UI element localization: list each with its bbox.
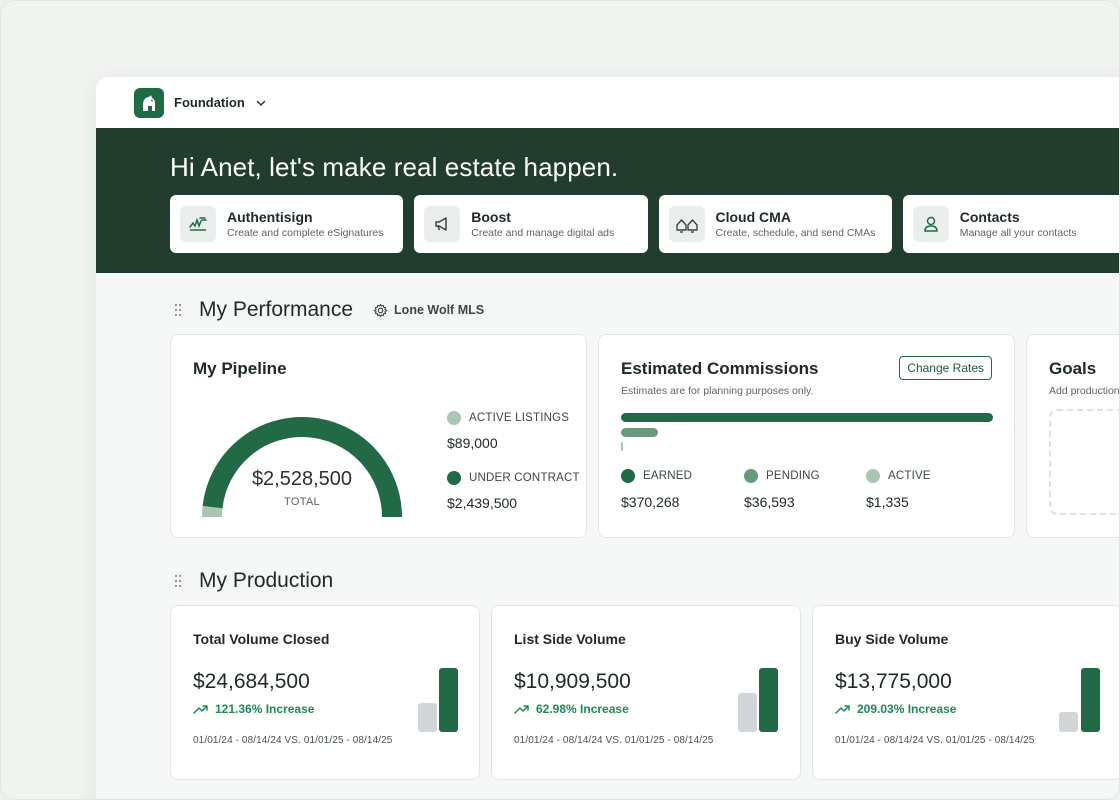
app-card-subtitle: Create, schedule, and send CMAs: [715, 226, 876, 239]
legend-value: $370,268: [621, 494, 680, 510]
pipeline-card: My Pipeline $2,528,500 TOTAL ACTIVE LIST…: [170, 334, 587, 538]
increase-text: 209.03% Increase: [857, 702, 957, 716]
app-card-authentisign[interactable]: Authentisign Create and complete eSignat…: [170, 195, 404, 253]
section-title: My Performance: [199, 298, 354, 321]
app-card-title: Authentisign: [227, 208, 313, 225]
date-range: 01/01/24 - 08/14/24 VS. 01/01/25 - 08/14…: [514, 735, 714, 746]
houses-icon: [668, 206, 705, 242]
card-title: Estimated Commissions: [621, 359, 819, 378]
card-title: Goals: [1049, 359, 1097, 378]
mls-selector[interactable]: Lone Wolf MLS: [373, 303, 484, 318]
pipeline-legend-active: ACTIVE LISTINGS $89,000: [447, 411, 569, 451]
card-title: My Pipeline: [193, 359, 287, 378]
drag-handle-icon[interactable]: [174, 303, 182, 317]
card-subtitle: Estimates are for planning purposes only…: [621, 385, 814, 397]
legend-value: $2,439,500: [447, 495, 518, 511]
legend-dot-active: [447, 411, 461, 425]
legend-label: UNDER CONTRACT: [469, 472, 580, 484]
app-card-cloud-cma[interactable]: Cloud CMA Create, schedule, and send CMA…: [658, 195, 892, 253]
legend-value: $36,593: [744, 494, 795, 510]
legend-label: EARNED: [643, 470, 693, 482]
megaphone-icon: [424, 206, 461, 242]
trend-up-icon: [193, 705, 208, 714]
hero-banner: Hi Anet, let's make real estate happen. …: [96, 128, 1119, 273]
add-goal-placeholder[interactable]: [1049, 409, 1119, 515]
pipeline-total-value: $2,528,500: [251, 468, 353, 490]
production-card-buy-side[interactable]: Buy Side Volume $13,775,000 209.03% Incr…: [812, 605, 1119, 780]
card-title: List Side Volume: [514, 631, 626, 647]
foundation-logo[interactable]: [134, 87, 164, 118]
app-card-contacts[interactable]: Contacts Manage all your contacts: [902, 195, 1119, 253]
app-shortcuts: Authentisign Create and complete eSignat…: [170, 195, 1119, 253]
previous-period-bar: [738, 692, 757, 732]
signature-icon: [180, 206, 216, 242]
previous-period-bar: [418, 703, 437, 732]
app-card-title: Cloud CMA: [715, 208, 791, 225]
goals-card: Goals Add production: [1026, 334, 1120, 538]
trend-up-icon: [835, 705, 850, 714]
drag-handle-icon[interactable]: [174, 574, 182, 588]
pending-bar: [621, 428, 658, 437]
earned-bar: [621, 413, 993, 422]
legend-label: ACTIVE: [888, 470, 931, 482]
performance-section-header: My Performance Lone Wolf MLS: [174, 298, 484, 322]
legend-value: $1,335: [866, 494, 909, 510]
app-card-title: Contacts: [959, 208, 1020, 225]
increase-text: 121.36% Increase: [215, 702, 315, 716]
legend-dot-contract: [447, 471, 461, 485]
legend-label: ACTIVE LISTINGS: [469, 412, 570, 424]
current-period-bar: [1081, 668, 1100, 732]
commission-legend-earned: EARNED $370,268: [621, 469, 692, 510]
mls-label: Lone Wolf MLS: [394, 303, 485, 317]
volume-value: $10,909,500: [514, 670, 631, 693]
gear-icon: [373, 303, 388, 318]
active-bar: [621, 442, 623, 451]
previous-period-bar: [1059, 711, 1078, 732]
change-rates-button[interactable]: Change Rates: [899, 356, 992, 380]
date-range: 01/01/24 - 08/14/24 VS. 01/01/25 - 08/14…: [193, 735, 393, 746]
commission-legend-active: ACTIVE $1,335: [866, 469, 931, 510]
legend-dot-pending: [744, 469, 758, 483]
production-card-total-volume[interactable]: Total Volume Closed $24,684,500 121.36% …: [170, 605, 480, 780]
production-card-list-side[interactable]: List Side Volume $10,909,500 62.98% Incr…: [491, 605, 801, 780]
trend-up-icon: [514, 705, 529, 714]
card-subtitle: Add production: [1049, 385, 1120, 397]
app-card-subtitle: Create and complete eSignatures: [227, 226, 384, 239]
dashboard-content: My Performance Lone Wolf MLS My Pipeline…: [96, 273, 1120, 799]
app-card-title: Boost: [471, 208, 511, 225]
current-period-bar: [759, 668, 778, 732]
increase-text: 62.98% Increase: [536, 702, 629, 716]
pipeline-total-label: TOTAL: [284, 496, 320, 508]
legend-dot-earned: [621, 469, 635, 483]
legend-value: $89,000: [447, 435, 498, 451]
chevron-down-icon[interactable]: [255, 97, 267, 109]
background-frame: Foundation Hi Anet, let's make real esta…: [0, 0, 1120, 800]
date-range: 01/01/24 - 08/14/24 VS. 01/01/25 - 08/14…: [835, 735, 1035, 746]
app-card-boost[interactable]: Boost Create and manage digital ads: [414, 195, 648, 253]
org-name[interactable]: Foundation: [174, 95, 245, 110]
app-card-subtitle: Manage all your contacts: [959, 226, 1077, 239]
volume-value: $24,684,500: [193, 670, 310, 693]
production-section-header: My Production: [174, 569, 333, 593]
section-title: My Production: [199, 569, 334, 592]
gauge-segment-active: [202, 506, 223, 518]
commissions-card: Estimated Commissions Estimates are for …: [598, 334, 1015, 538]
card-title: Total Volume Closed: [193, 631, 330, 647]
volume-value: $13,775,000: [835, 670, 952, 693]
app-card-subtitle: Create and manage digital ads: [471, 226, 615, 239]
top-bar: Foundation: [96, 77, 1119, 128]
increase-indicator: 62.98% Increase: [514, 702, 713, 716]
bear-logo-icon: [143, 94, 155, 111]
increase-indicator: 209.03% Increase: [835, 702, 1034, 716]
app-window: Foundation Hi Anet, let's make real esta…: [96, 77, 1120, 799]
legend-label: PENDING: [766, 470, 820, 482]
commission-legend-pending: PENDING $36,593: [744, 469, 820, 510]
pipeline-legend-contract: UNDER CONTRACT $2,439,500: [447, 471, 580, 511]
greeting-heading: Hi Anet, let's make real estate happen.: [170, 152, 619, 182]
person-icon: [912, 206, 949, 242]
current-period-bar: [439, 668, 458, 732]
increase-indicator: 121.36% Increase: [193, 702, 392, 716]
card-title: Buy Side Volume: [835, 631, 949, 647]
legend-dot-active: [866, 469, 880, 483]
